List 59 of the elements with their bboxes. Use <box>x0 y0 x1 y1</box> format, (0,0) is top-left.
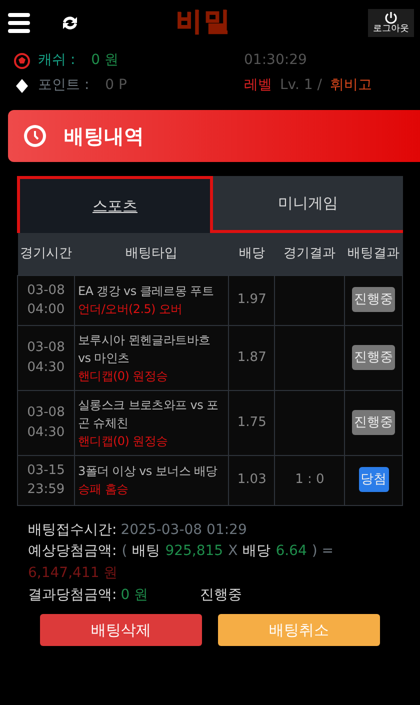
match-time: 03-08 04:30 <box>27 340 65 374</box>
column-header: 배팅타입 <box>74 233 229 275</box>
soccer-ball-icon <box>14 52 30 68</box>
match-teams: EA 갱강 vs 클레르몽 푸트 <box>78 283 215 300</box>
value: 6.64 <box>276 542 307 562</box>
points-value: 0 P <box>105 76 127 95</box>
label: 예상당첨금액: <box>28 542 117 562</box>
value: 0 원 <box>120 586 148 605</box>
match-teams: 실롱스크 브로츠와프 vs 포곤 슈체친 <box>78 396 220 432</box>
status-badge: 당첨 <box>358 467 389 492</box>
value: 2025-03-08 01:29 <box>120 520 247 540</box>
match-teams: 3폴더 이상 vs 보너스 배당 <box>78 463 218 480</box>
power-icon <box>384 11 398 24</box>
column-header: 배당 <box>228 233 275 275</box>
bet-pick: 핸디캡(0) 원정승 <box>78 368 169 384</box>
bet-pick: 핸디캡(0) 원정승 <box>78 432 169 450</box>
label: 결과당첨금액: <box>28 586 117 605</box>
times-sign: X <box>228 542 238 562</box>
level-value: Lv. 1 / <box>280 76 322 95</box>
banner-title: 배팅내역 <box>64 123 144 150</box>
diamond-icon <box>14 78 30 94</box>
cash-value: 0 원 <box>91 51 119 70</box>
value: 925,815 <box>165 542 224 562</box>
status-text: 진행중 <box>200 586 242 605</box>
status-badge: 진행중 <box>352 344 396 370</box>
match-time: 03-08 04:30 <box>27 405 65 440</box>
expected-amount: 6,147,411 원 <box>28 564 119 583</box>
logo: 비밀 <box>176 7 232 37</box>
odds-value: 1.03 <box>237 472 266 488</box>
column-header: 경기시간 <box>18 233 74 275</box>
clock-time: 01:30:29 <box>244 51 308 70</box>
status-badge: 진행중 <box>352 410 396 435</box>
status-badge: 진행중 <box>352 287 396 312</box>
level-label: 레벨 <box>244 76 272 95</box>
clock-icon <box>22 123 48 149</box>
logout-button[interactable]: 로그아웃 <box>368 9 414 37</box>
tab[interactable]: 스포츠 <box>17 176 213 233</box>
match-teams: 보루시아 묀헨글라트바흐 vs 마인츠 <box>78 332 212 366</box>
label: 배팅 <box>132 542 160 562</box>
odds-value: 1.97 <box>237 292 266 308</box>
paren: ( <box>122 542 128 562</box>
column-header: 경기결과 <box>274 233 345 275</box>
bet-pick: 승패 홈승 <box>78 481 130 498</box>
column-header: 배팅결과 <box>344 233 402 275</box>
match-result: 1 : 0 <box>295 472 324 488</box>
points-label: 포인트 : <box>38 76 90 95</box>
tab[interactable]: 미니게임 <box>213 176 403 233</box>
menu-icon[interactable] <box>8 11 30 35</box>
match-time: 03-15 23:59 <box>27 462 65 497</box>
odds-value: 1.75 <box>237 414 266 430</box>
cash-label: 캐쉬 : <box>38 51 76 70</box>
paren: ) = <box>312 542 334 562</box>
odds-value: 1.87 <box>237 350 266 365</box>
nickname: 휘비고 <box>330 76 372 95</box>
label: 배팅접수시간: <box>28 520 117 540</box>
bet-pick: 언더/오버(2.5) 오버 <box>78 301 184 318</box>
label: 배당 <box>242 542 271 562</box>
match-time: 03-08 04:00 <box>27 282 65 317</box>
delete-button[interactable]: 배팅삭제 <box>40 614 202 646</box>
